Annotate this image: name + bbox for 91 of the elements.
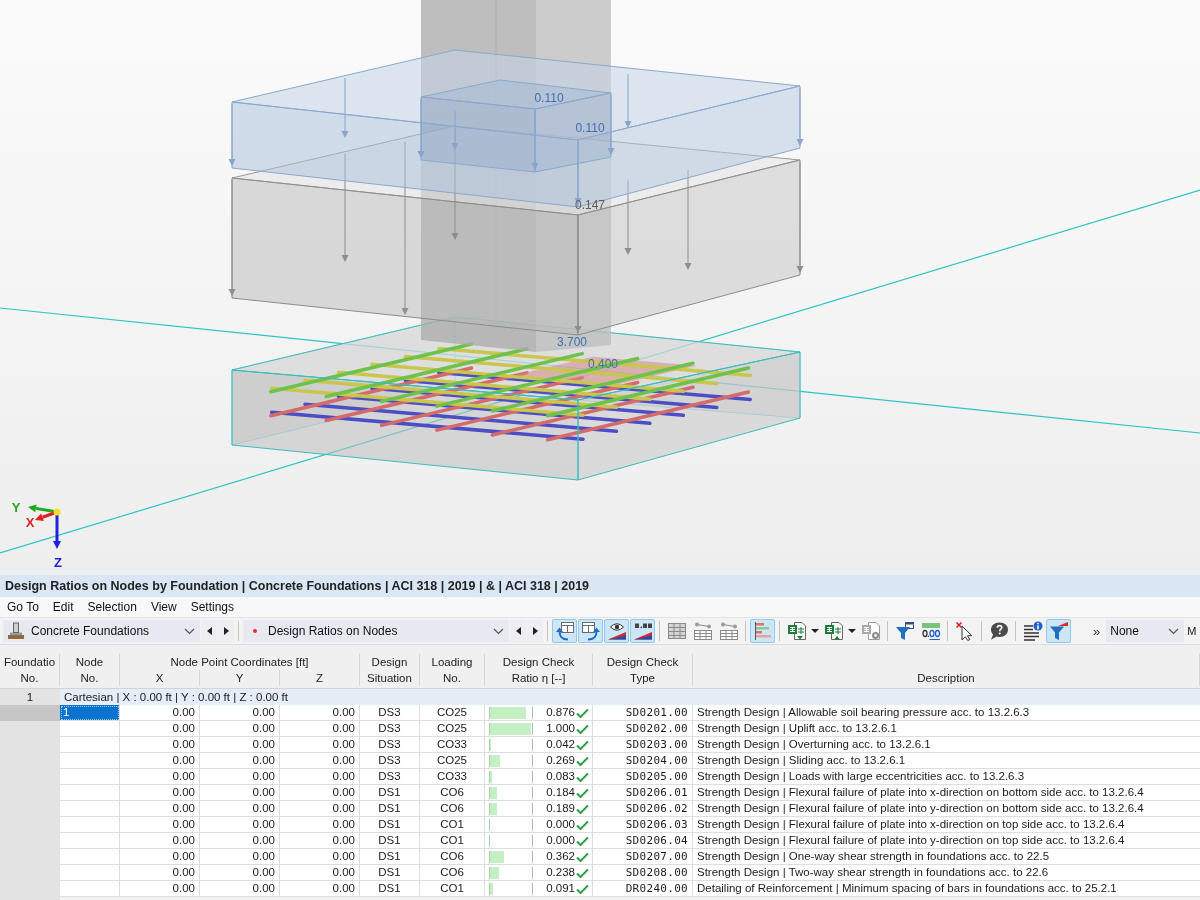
table-cell: 0.00 bbox=[280, 881, 360, 897]
previous-button[interactable] bbox=[510, 620, 526, 642]
column-header: Design Check Type bbox=[593, 654, 693, 686]
wedge-icon bbox=[632, 621, 653, 641]
group-row-label: Cartesian | X : 0.00 ft | Y : 0.00 ft | Z : 0.00 ft bbox=[60, 689, 1200, 705]
ratio-value: 0.238 bbox=[545, 865, 576, 880]
table-dropdown[interactable]: Design Ratios on Nodes bbox=[243, 620, 509, 642]
filter-icon bbox=[894, 621, 915, 641]
bar-chart-icon bbox=[752, 621, 773, 641]
ratio-value: 0.042 bbox=[545, 737, 576, 752]
toolbar-button[interactable] bbox=[604, 619, 629, 643]
column-header: Loading No. bbox=[420, 654, 485, 686]
column-group-header: Node Point Coordinates [ft] bbox=[120, 654, 360, 670]
column-header: Y bbox=[200, 670, 280, 686]
ratio-value: 0.184 bbox=[545, 785, 576, 800]
ratio-value: 0.091 bbox=[545, 881, 576, 896]
ratio-value: 0.000 bbox=[545, 833, 576, 848]
panel-title: Design Ratios on Nodes by Foundation | Concrete Foundations | ACI 318 | 2019 | & | ACI 318 | 2019 bbox=[5, 579, 590, 593]
right-triangle-icon bbox=[223, 627, 229, 635]
toolbar-button[interactable] bbox=[578, 619, 603, 643]
table-link-icon bbox=[718, 621, 739, 641]
value-label: 0.110 bbox=[534, 91, 564, 105]
chevron-down-icon bbox=[184, 627, 195, 635]
overflow-button[interactable]: » bbox=[1090, 623, 1104, 639]
table-cell: DS1 bbox=[360, 881, 420, 897]
ratio-value: 0.362 bbox=[545, 849, 576, 864]
axis-label: X bbox=[25, 515, 35, 530]
eye-icon bbox=[606, 621, 627, 641]
column-header: Design Situation bbox=[360, 654, 420, 686]
spreadsheet-import-icon bbox=[823, 621, 844, 641]
option-dropdown[interactable]: None bbox=[1106, 620, 1185, 642]
chevron-down-icon bbox=[1168, 627, 1180, 635]
table-cell[interactable] bbox=[60, 881, 120, 897]
dot-icon bbox=[253, 629, 257, 633]
table-link-icon bbox=[692, 621, 713, 641]
menu-item[interactable]: Settings bbox=[183, 598, 242, 616]
caret-down-icon bbox=[848, 629, 856, 633]
previous-button[interactable] bbox=[201, 620, 217, 642]
table-arrow-icon bbox=[580, 621, 601, 641]
module-dropdown[interactable]: Concrete Foundations bbox=[3, 620, 200, 642]
value-label: 0.400 bbox=[588, 357, 618, 371]
value-label: 3.700 bbox=[557, 335, 587, 349]
ratio-value: 0.269 bbox=[545, 753, 576, 768]
toolbar-button[interactable] bbox=[630, 619, 655, 643]
left-triangle-icon bbox=[206, 627, 212, 635]
info-list-icon bbox=[1022, 621, 1043, 641]
left-triangle-icon bbox=[515, 627, 521, 635]
filter-icon bbox=[1048, 621, 1069, 641]
decimal-icon bbox=[920, 621, 941, 641]
spreadsheet-gear-icon bbox=[860, 621, 881, 641]
ratio-value: 1.000 bbox=[545, 721, 576, 736]
column-header: X bbox=[120, 670, 200, 686]
z-axis-arrow bbox=[53, 512, 61, 549]
cursor-icon bbox=[954, 621, 975, 641]
column-header: Description bbox=[693, 654, 1200, 686]
ratio-value: 0.083 bbox=[545, 769, 576, 784]
axis-label: Z bbox=[54, 555, 62, 570]
spreadsheet-export-icon bbox=[786, 621, 807, 641]
caret-down-icon bbox=[811, 629, 819, 633]
toolbar-label: M bbox=[1187, 625, 1197, 637]
help-icon bbox=[988, 621, 1009, 641]
menu-item[interactable]: View bbox=[143, 598, 184, 616]
chevron-down-icon bbox=[493, 627, 504, 635]
table-cell: 0.00 bbox=[200, 881, 280, 897]
value-label: 0.110 bbox=[575, 121, 605, 135]
toolbar-button[interactable] bbox=[750, 619, 775, 643]
foundation-icon bbox=[7, 622, 25, 640]
table-cell: DR0240.00 bbox=[593, 881, 693, 897]
ratio-value: 0.189 bbox=[545, 801, 576, 816]
menu-item[interactable]: Selection bbox=[80, 598, 144, 616]
table-icon bbox=[666, 621, 687, 641]
value-label: 0.147 bbox=[575, 198, 605, 212]
next-button[interactable] bbox=[218, 620, 234, 642]
next-button[interactable] bbox=[527, 620, 543, 642]
column-header: Node No. bbox=[60, 654, 120, 686]
ratio-value: 0.000 bbox=[545, 817, 576, 832]
table-cell: Detailing of Reinforcement | Minimum spacing of bars in foundations acc. to 25.2.1 bbox=[693, 881, 1200, 897]
toolbar-button[interactable] bbox=[552, 619, 577, 643]
axis-label: Y bbox=[11, 500, 21, 515]
column-header: Foundatio No. bbox=[0, 654, 60, 686]
origin-dot-icon bbox=[53, 508, 61, 516]
menu-item[interactable]: Edit bbox=[45, 598, 81, 616]
menu-item[interactable]: Go To bbox=[0, 598, 46, 616]
column-header: Z bbox=[280, 670, 360, 686]
ratio-value: 0.876 bbox=[545, 705, 576, 720]
table-cell: CO1 bbox=[420, 881, 485, 897]
column-header: Design Check Ratio η [--] bbox=[485, 654, 593, 686]
table-cell[interactable]: 1 bbox=[60, 705, 120, 721]
table-arrow-icon bbox=[554, 621, 575, 641]
table-cell: 0.00 bbox=[120, 881, 200, 897]
right-triangle-icon bbox=[532, 627, 538, 635]
